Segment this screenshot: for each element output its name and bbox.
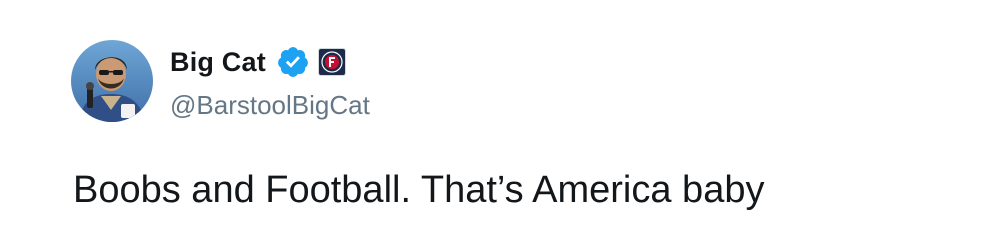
author-avatar[interactable]: [71, 40, 153, 122]
barstool-badge-icon: [317, 48, 346, 76]
author-name-row: Big Cat: [170, 43, 346, 81]
tweet-text: Boobs and Football. That’s America baby: [73, 169, 765, 211]
author-handle[interactable]: @BarstoolBigCat: [170, 90, 370, 121]
verified-badge-icon: [276, 45, 310, 79]
user-avatar-icon: [71, 40, 153, 122]
tweet-card: Big Cat @BarstoolBigCat Boobs and Footba…: [0, 0, 1000, 245]
author-display-name[interactable]: Big Cat: [170, 47, 266, 78]
